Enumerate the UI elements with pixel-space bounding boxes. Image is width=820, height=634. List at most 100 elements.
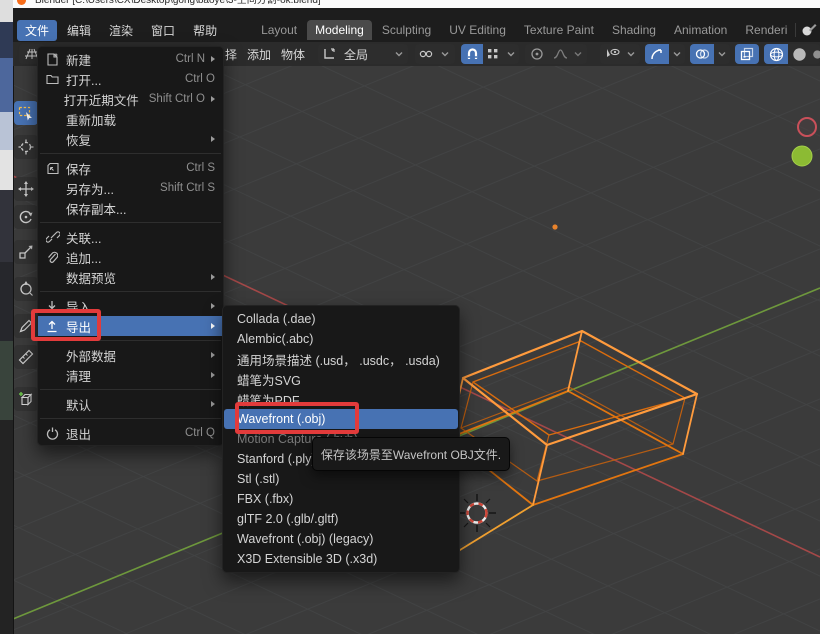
import-arrow-icon [46,300,66,313]
annotate-pen-icon [18,318,34,334]
workspace-tabs: Layout Modeling Sculpting UV Editing Tex… [253,20,795,40]
cursor-eye-icon [605,48,620,61]
file-menu-item-link[interactable]: 关联... [38,227,223,247]
tool-scale[interactable] [14,240,38,264]
snap-mode-button[interactable] [483,44,503,64]
folder-icon [46,73,66,85]
export-item-wavefront-legacy[interactable]: Wavefront (.obj) (legacy) [223,529,459,549]
file-menu-item-new[interactable]: 新建 Ctrl N [38,49,223,69]
select-menu[interactable]: 择 [225,46,237,63]
file-menu-item-open[interactable]: 打开... Ctrl O [38,69,223,89]
cursor-tool-icon [18,139,34,155]
falloff-dropdown-button[interactable] [571,44,585,64]
falloff-type-button[interactable] [549,44,571,64]
export-item-grease-pencil-svg[interactable]: 蜡笔为SVG [223,369,459,389]
tool-rotate[interactable] [14,205,38,229]
overlays-icon [695,48,709,60]
file-menu-item-defaults[interactable]: 默认 [38,394,223,414]
file-menu-item-import[interactable]: 导入 [38,296,223,316]
topbar: 文件 编辑 渲染 窗口 帮助 Layout Modeling Sculpting… [13,8,820,42]
gizmo-icon [650,47,664,61]
file-menu-item-save-as[interactable]: 另存为... Shift Ctrl S [38,178,223,198]
submenu-arrow-icon [211,352,215,358]
export-item-alembic[interactable]: Alembic(.abc) [223,329,459,349]
tab-rendering[interactable]: Renderi [737,20,795,40]
tab-shading[interactable]: Shading [604,20,664,40]
gizmos-toggle[interactable] [645,44,669,64]
tool-move[interactable] [14,177,38,201]
snap-controls [461,44,519,64]
shading-solid-button[interactable] [788,44,810,64]
pivot-point-dropdown[interactable] [415,44,455,64]
shading-wireframe-button[interactable] [764,44,788,64]
export-item-stl[interactable]: Stl (.stl) [223,469,459,489]
chevron-down-icon [574,51,582,57]
tab-texture-paint[interactable]: Texture Paint [516,20,602,40]
menu-window[interactable]: 窗口 [143,20,183,41]
overlays-dropdown[interactable] [714,44,730,64]
tool-cursor[interactable] [14,135,38,159]
file-menu-item-clean-up[interactable]: 清理 [38,365,223,385]
blender-logo-icon [17,0,26,5]
submenu-arrow-icon [211,323,215,329]
file-menu-item-quit[interactable]: 退出 Ctrl Q [38,423,223,443]
snap-toggle-button[interactable] [461,44,483,64]
3d-cursor [458,494,496,532]
file-menu-item-save-copy[interactable]: 保存副本... [38,198,223,218]
tool-transform[interactable] [14,277,38,301]
submenu-arrow-icon [211,56,215,62]
file-menu-item-export[interactable]: 导出 [38,316,223,336]
tab-modeling[interactable]: Modeling [307,20,372,40]
transform-orientation-dropdown[interactable]: 全局 [318,44,408,64]
tab-animation[interactable]: Animation [666,20,735,40]
tool-annotate[interactable] [14,314,38,338]
export-item-fbx[interactable]: FBX (.fbx) [223,489,459,509]
background-window-sliver [0,0,14,634]
xray-toggle[interactable] [735,44,759,64]
chevron-down-icon [673,51,681,57]
power-icon [46,427,66,440]
menu-render[interactable]: 渲染 [101,20,141,41]
shading-material-button[interactable] [810,44,820,64]
file-menu-item-save[interactable]: 保存 Ctrl S [38,158,223,178]
tab-layout[interactable]: Layout [253,20,305,40]
move-tool-icon [18,181,34,197]
file-menu-item-revert[interactable]: 重新加载 [38,109,223,129]
object-origin-dot [552,224,557,229]
gizmos-dropdown[interactable] [669,44,685,64]
window-title: Blender [C:\Users\CX\Desktop\gong\baoye\… [35,0,820,6]
tab-sculpting[interactable]: Sculpting [374,20,439,40]
file-menu-item-recover[interactable]: 恢复 [38,129,223,149]
file-menu-item-external-data[interactable]: 外部数据 [38,345,223,365]
menu-edit[interactable]: 编辑 [59,20,99,41]
overlays-toggle[interactable] [690,44,714,64]
tool-add-cube[interactable] [14,387,38,411]
export-item-usd[interactable]: 通用场景描述 (.usd， .usdc， .usda) [223,349,459,369]
tool-select-box[interactable] [14,101,38,125]
scene-selector[interactable]: Sce [795,22,820,38]
menu-file[interactable]: 文件 [17,20,57,41]
chevron-down-icon [507,51,515,57]
snap-dropdown-button[interactable] [503,44,519,64]
tab-uv-editing[interactable]: UV Editing [441,20,514,40]
add-menu[interactable]: 添加 [247,46,271,63]
export-item-collada[interactable]: Collada (.dae) [223,309,459,329]
tool-measure[interactable] [14,345,38,369]
export-item-x3d[interactable]: X3D Extensible 3D (.x3d) [223,549,459,569]
file-menu-item-append[interactable]: 追加... [38,247,223,267]
export-item-wavefront-obj[interactable]: Wavefront (.obj) [224,409,458,429]
proportional-editing-toggle[interactable] [525,44,549,64]
visibility-dropdown[interactable] [600,44,640,64]
nav-gizmo[interactable] [792,118,816,166]
menu-separator [40,153,221,154]
pivot-point-icon [419,47,433,61]
menu-separator [40,418,221,419]
menu-help[interactable]: 帮助 [185,20,225,41]
material-sphere-icon [810,47,820,62]
export-item-grease-pencil-pdf[interactable]: 蜡笔为PDF [223,389,459,409]
file-menu-item-open-recent[interactable]: 打开近期文件 Shift Ctrl O [38,89,223,109]
object-menu[interactable]: 物体 [281,46,305,63]
file-menu-item-data-preview[interactable]: 数据预览 [38,267,223,287]
submenu-arrow-icon [211,136,215,142]
export-item-gltf[interactable]: glTF 2.0 (.glb/.gltf) [223,509,459,529]
